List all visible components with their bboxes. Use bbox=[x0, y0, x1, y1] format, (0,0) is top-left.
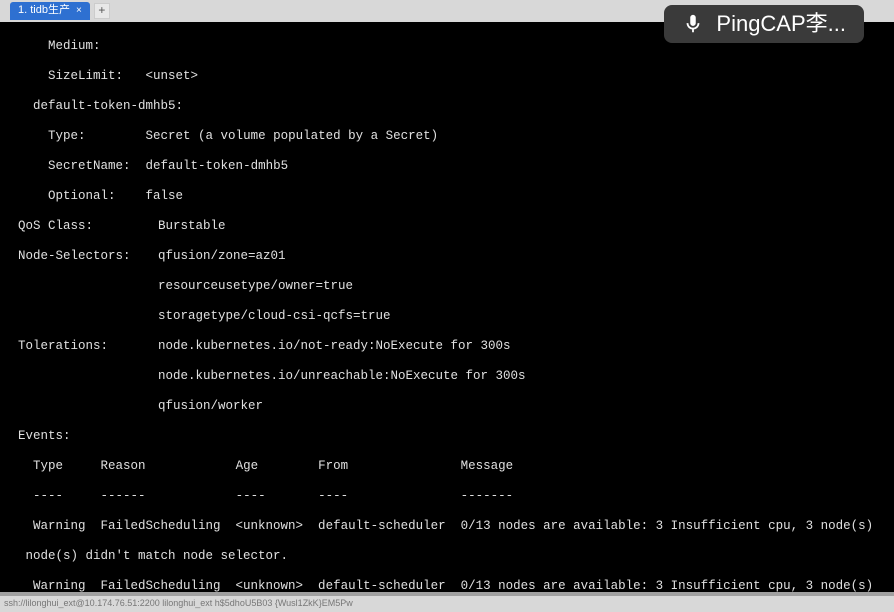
caption-overlay: PingCAP李... bbox=[664, 5, 864, 43]
kv-line: resourceusetype/owner=true bbox=[18, 279, 892, 294]
kv-line: QoS Class:Burstable bbox=[18, 219, 892, 234]
kv-line: node.kubernetes.io/unreachable:NoExecute… bbox=[18, 369, 892, 384]
close-icon[interactable]: × bbox=[76, 5, 82, 17]
volume-header: default-token-dmhb5: bbox=[18, 99, 892, 114]
tab-active[interactable]: 1. tidb生产 × bbox=[10, 2, 90, 19]
kv-line: SecretName: default-token-dmhb5 bbox=[18, 159, 892, 174]
event-row: node(s) didn't match node selector. bbox=[18, 549, 892, 564]
kv-line: Tolerations:node.kubernetes.io/not-ready… bbox=[18, 339, 892, 354]
kv-line: Optional: false bbox=[18, 189, 892, 204]
terminal-output[interactable]: Medium: SizeLimit: <unset> default-token… bbox=[0, 22, 894, 592]
caption-text: PingCAP李... bbox=[716, 11, 846, 37]
events-columns: Type Reason Age From Message bbox=[18, 459, 892, 474]
kv-line: Node-Selectors:qfusion/zone=az01 bbox=[18, 249, 892, 264]
kv-line: qfusion/worker bbox=[18, 399, 892, 414]
event-row: Warning FailedScheduling <unknown> defau… bbox=[18, 579, 892, 592]
events-dividers: ---- ------ ---- ---- ------- bbox=[18, 489, 892, 504]
status-bar: ssh://lilonghui_ext@10.174.76.51:2200 li… bbox=[0, 596, 894, 612]
kv-line: SizeLimit: <unset> bbox=[18, 69, 892, 84]
add-tab-button[interactable]: + bbox=[94, 3, 110, 19]
events-header: Events: bbox=[18, 429, 892, 444]
tab-label: 1. tidb生产 bbox=[18, 4, 70, 17]
mic-icon bbox=[682, 13, 704, 35]
kv-line: Type: Secret (a volume populated by a Se… bbox=[18, 129, 892, 144]
kv-line: storagetype/cloud-csi-qcfs=true bbox=[18, 309, 892, 324]
event-row: Warning FailedScheduling <unknown> defau… bbox=[18, 519, 892, 534]
